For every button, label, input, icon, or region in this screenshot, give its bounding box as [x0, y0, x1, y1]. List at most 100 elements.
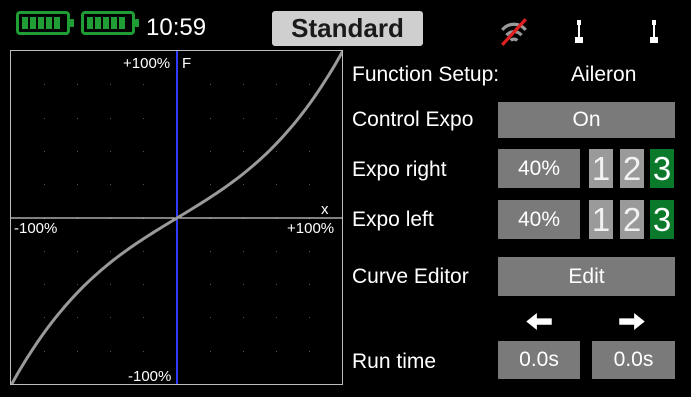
grid-dot [276, 184, 277, 185]
control-expo-button[interactable]: On [498, 102, 675, 138]
grid-dot [110, 84, 111, 85]
expo-right-rate-2[interactable]: 2 [620, 149, 644, 188]
graph-f-label: F [182, 55, 192, 72]
expo-right-value[interactable]: 40% [498, 149, 580, 188]
grid-dot [110, 151, 111, 152]
run-time-right-value[interactable]: 0.0s [592, 341, 675, 379]
expo-right-rate-1[interactable]: 1 [589, 149, 613, 188]
expo-left-rate-1[interactable]: 1 [589, 200, 613, 239]
grid-dot [110, 184, 111, 185]
curve-editor-button[interactable]: Edit [498, 257, 675, 296]
grid-dot [309, 284, 310, 285]
grid-dot [210, 118, 211, 119]
grid-dot [143, 284, 144, 285]
grid-dot [276, 84, 277, 85]
battery-icon [16, 11, 74, 35]
expo-left-rate-3[interactable]: 3 [650, 200, 674, 239]
grid-dot [309, 251, 310, 252]
mode-button[interactable]: Standard [272, 11, 423, 46]
grid-dot [243, 118, 244, 119]
grid-dot [243, 351, 244, 352]
graph-right-label: +100% [287, 220, 335, 237]
grid-dot [309, 317, 310, 318]
grid-dot [309, 151, 310, 152]
grid-dot [143, 118, 144, 119]
function-setup-value: Aileron [571, 63, 637, 86]
grid-dot [143, 317, 144, 318]
grid-dot [44, 151, 45, 152]
grid-dot [143, 251, 144, 252]
grid-dot [243, 151, 244, 152]
grid-dot [243, 251, 244, 252]
arrow-left-icon[interactable] [526, 313, 552, 330]
grid-dot [143, 84, 144, 85]
grid-dot [44, 351, 45, 352]
run-time-label: Run time [352, 350, 437, 373]
grid-dot [143, 351, 144, 352]
grid-dot [77, 351, 78, 352]
expo-right-rate-3[interactable]: 3 [650, 149, 674, 188]
grid-dot [210, 284, 211, 285]
grid-dot [210, 184, 211, 185]
grid-dot [44, 284, 45, 285]
grid-dot [44, 317, 45, 318]
grid-dot [276, 284, 277, 285]
grid-dot [44, 118, 45, 119]
grid-dot [110, 251, 111, 252]
graph-left-label: -100% [14, 220, 58, 237]
grid-dot [243, 184, 244, 185]
curve-editor-label: Curve Editor [352, 265, 469, 288]
grid-dot [110, 351, 111, 352]
arrow-right-icon[interactable] [619, 313, 645, 330]
grid-dot [210, 151, 211, 152]
grid-dot [309, 84, 310, 85]
expo-curve-plot [11, 51, 342, 384]
grid-dot [210, 317, 211, 318]
grid-dot [110, 284, 111, 285]
grid-dot [77, 284, 78, 285]
grid-dot [243, 84, 244, 85]
grid-dot [210, 351, 211, 352]
expo-left-label: Expo left [352, 208, 434, 231]
graph-x-label: x [321, 201, 329, 218]
run-time-left-value[interactable]: 0.0s [498, 341, 580, 379]
grid-dot [309, 351, 310, 352]
grid-dot [44, 184, 45, 185]
grid-dot [243, 317, 244, 318]
grid-dot [276, 351, 277, 352]
expo-left-value[interactable]: 40% [498, 200, 580, 239]
grid-dot [210, 251, 211, 252]
grid-dot [276, 251, 277, 252]
expo-curve-graph: +100% F x -100% +100% -100% [10, 50, 343, 385]
grid-dot [243, 284, 244, 285]
control-expo-label: Control Expo [352, 108, 474, 131]
grid-dot [77, 151, 78, 152]
grid-dot [110, 118, 111, 119]
grid-dot [309, 184, 310, 185]
function-setup-label: Function Setup: [352, 63, 500, 86]
battery-icon [81, 11, 139, 35]
graph-top-label: +100% [123, 55, 171, 72]
grid-dot [309, 118, 310, 119]
telemetry-off-icon [501, 18, 527, 46]
grid-dot [276, 118, 277, 119]
switch-icon [575, 20, 583, 43]
grid-dot [210, 84, 211, 85]
graph-bottom-label: -100% [128, 368, 172, 385]
grid-dot [77, 317, 78, 318]
grid-dot [110, 317, 111, 318]
grid-dot [143, 151, 144, 152]
clock: 10:59 [146, 14, 207, 41]
grid-dot [77, 118, 78, 119]
expo-left-rate-2[interactable]: 2 [620, 200, 644, 239]
grid-dot [77, 251, 78, 252]
grid-dot [77, 184, 78, 185]
grid-dot [143, 184, 144, 185]
grid-dot [44, 251, 45, 252]
expo-right-label: Expo right [352, 158, 447, 181]
grid-dot [276, 317, 277, 318]
switch-icon [650, 20, 658, 43]
grid-dot [44, 84, 45, 85]
grid-dot [276, 151, 277, 152]
grid-dot [77, 84, 78, 85]
